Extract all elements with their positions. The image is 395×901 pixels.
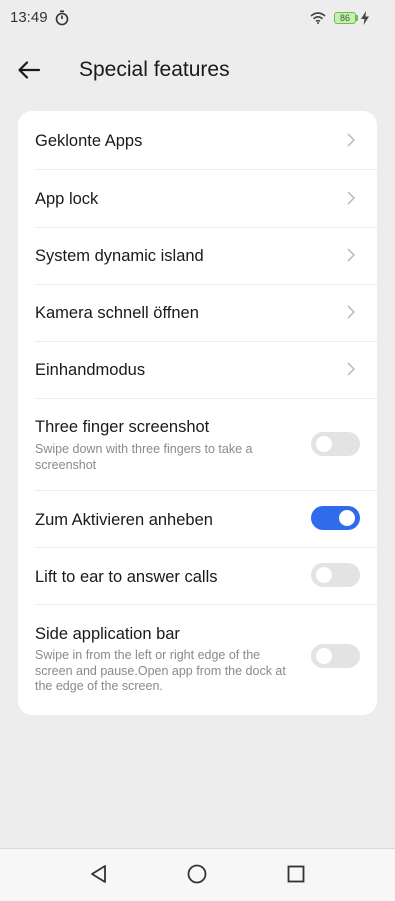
side-application-bar-toggle[interactable]: [311, 644, 360, 668]
list-item-system-dynamic-island[interactable]: System dynamic island: [18, 228, 377, 284]
chevron-right-icon: [347, 191, 355, 205]
three-finger-screenshot-toggle[interactable]: [311, 432, 360, 456]
item-title: Lift to ear to answer calls: [35, 568, 218, 586]
chevron-right-icon: [347, 305, 355, 319]
battery-icon: 86: [334, 12, 356, 24]
item-title: Kamera schnell öffnen: [35, 304, 199, 322]
item-title: Geklonte Apps: [35, 132, 143, 150]
recents-square-icon[interactable]: [284, 862, 308, 886]
navigation-bar: [0, 848, 395, 901]
item-title: Zum Aktivieren anheben: [35, 511, 213, 529]
page-title: Special features: [79, 58, 230, 81]
item-title: System dynamic island: [35, 247, 204, 265]
list-item-geklonte-apps[interactable]: Geklonte Apps: [18, 111, 377, 169]
list-item-einhandmodus[interactable]: Einhandmodus: [18, 342, 377, 398]
back-button[interactable]: [14, 56, 46, 84]
charging-bolt-icon: [361, 11, 369, 25]
battery-cap: [356, 15, 358, 21]
wifi-icon: [310, 12, 326, 24]
back-triangle-icon[interactable]: [87, 862, 111, 886]
settings-card: Geklonte Apps App lock System dynamic is…: [18, 111, 377, 715]
item-subtitle: Swipe in from the left or right edge of …: [35, 648, 286, 693]
list-item-app-lock[interactable]: App lock: [18, 170, 377, 227]
status-bar: 13:49 86: [0, 0, 395, 38]
toggle-knob: [339, 510, 355, 526]
toggle-knob: [316, 436, 332, 452]
home-circle-icon[interactable]: [185, 862, 209, 886]
chevron-right-icon: [347, 248, 355, 262]
lift-to-ear-toggle[interactable]: [311, 563, 360, 587]
toggle-knob: [316, 567, 332, 583]
item-title: Einhandmodus: [35, 361, 146, 379]
item-title: Three finger screenshot: [35, 418, 210, 436]
list-item-side-application-bar: Side application bar Swipe in from the l…: [18, 605, 377, 715]
list-item-zum-aktivieren-anheben: Zum Aktivieren anheben: [18, 491, 377, 547]
chevron-right-icon: [347, 362, 355, 376]
list-item-kamera-schnell-oeffnen[interactable]: Kamera schnell öffnen: [18, 285, 377, 341]
item-subtitle: Swipe down with three fingers to take a …: [35, 442, 253, 472]
list-item-lift-to-ear: Lift to ear to answer calls: [18, 548, 377, 604]
list-item-three-finger-screenshot: Three finger screenshot Swipe down with …: [18, 399, 377, 490]
item-title: App lock: [35, 190, 99, 208]
toggle-knob: [316, 648, 332, 664]
raise-to-wake-toggle[interactable]: [311, 506, 360, 530]
timer-icon: [55, 10, 69, 26]
arrow-left-icon: [18, 61, 41, 79]
status-time: 13:49: [10, 9, 48, 26]
item-title: Side application bar: [35, 625, 180, 643]
chevron-right-icon: [347, 133, 355, 147]
battery-level: 86: [339, 13, 350, 23]
